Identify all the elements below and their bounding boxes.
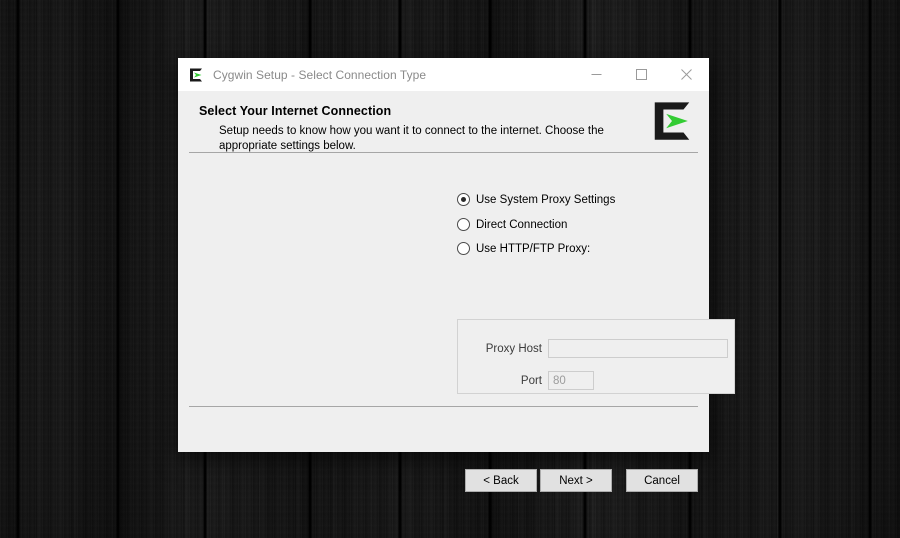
proxy-port-input[interactable] — [548, 371, 594, 390]
cygwin-logo-icon — [188, 67, 204, 83]
radio-indicator-system-proxy[interactable] — [457, 193, 470, 206]
radio-label-http-ftp-proxy: Use HTTP/FTP Proxy: — [476, 242, 591, 255]
page-subtitle: Setup needs to know how you want it to c… — [219, 125, 604, 152]
radio-option-direct-connection[interactable]: Direct Connection — [457, 216, 567, 233]
window-controls — [574, 58, 709, 91]
back-button[interactable]: < Back — [465, 469, 537, 492]
radio-label-system-proxy: Use System Proxy Settings — [476, 193, 616, 206]
radio-option-http-ftp-proxy[interactable]: Use HTTP/FTP Proxy: — [457, 240, 590, 257]
radio-label-direct-connection: Direct Connection — [476, 218, 568, 231]
proxy-settings-group: Proxy Host Port — [457, 319, 735, 394]
proxy-host-label: Proxy Host — [485, 342, 542, 355]
proxy-host-row: Proxy Host — [458, 339, 736, 358]
cygwin-logo-icon — [649, 98, 695, 144]
radio-option-system-proxy[interactable]: Use System Proxy Settings — [457, 191, 615, 208]
proxy-port-label: Port — [520, 374, 542, 387]
window-title: Cygwin Setup - Select Connection Type — [213, 67, 427, 82]
radio-indicator-http-ftp-proxy[interactable] — [457, 242, 470, 255]
proxy-host-input[interactable] — [548, 339, 728, 358]
cancel-button[interactable]: Cancel — [626, 469, 698, 492]
close-icon[interactable] — [664, 58, 709, 91]
next-button[interactable]: Next > — [540, 469, 612, 492]
page-title: Select Your Internet Connection — [199, 104, 392, 118]
radio-indicator-direct-connection[interactable] — [457, 218, 470, 231]
proxy-port-row: Port — [458, 371, 736, 390]
maximize-icon[interactable] — [619, 58, 664, 91]
window-titlebar[interactable]: Cygwin Setup - Select Connection Type — [178, 58, 709, 91]
minimize-icon[interactable] — [574, 58, 619, 91]
dialog-header: Select Your Internet Connection Setup ne… — [178, 91, 709, 153]
cygwin-setup-dialog: Cygwin Setup - Select Connection Type Se… — [178, 58, 735, 492]
dialog-body: Use System Proxy Settings Direct Connect… — [178, 153, 735, 406]
dialog-footer: < Back Next > Cancel — [178, 406, 709, 492]
